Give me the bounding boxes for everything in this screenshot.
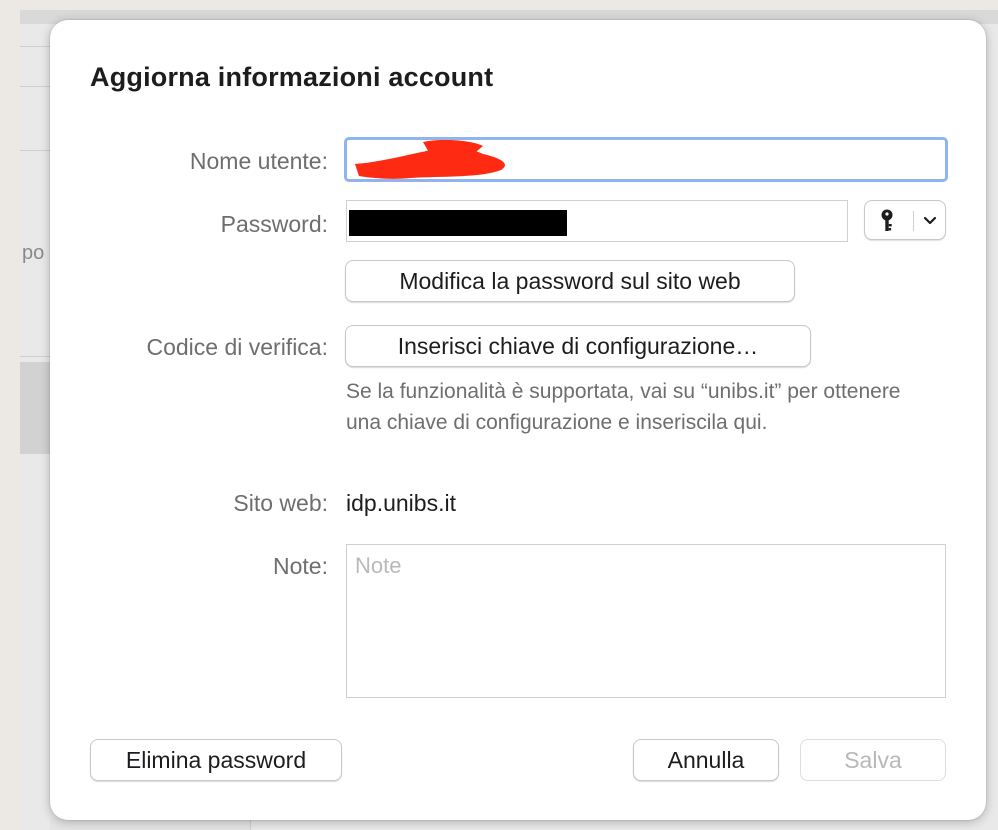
delete-password-button[interactable]: Elimina password	[90, 739, 342, 781]
notes-label: Note:	[273, 553, 328, 579]
dialog-title: Aggiorna informazioni account	[90, 62, 494, 92]
notes-placeholder: Note	[355, 553, 402, 578]
verification-helper-text: Se la funzionalità è supportata, vai su …	[346, 380, 901, 434]
password-label: Password:	[220, 211, 328, 237]
website-value: idp.unibs.it	[346, 490, 456, 516]
username-field[interactable]	[344, 137, 948, 182]
cancel-button[interactable]: Annulla	[633, 739, 779, 781]
save-button[interactable]: Salva	[800, 739, 946, 781]
website-label: Sito web:	[233, 490, 328, 516]
change-password-website-button[interactable]: Modifica la password sul sito web	[345, 260, 795, 302]
key-icon	[881, 209, 893, 231]
enter-setup-key-button[interactable]: Inserisci chiave di configurazione…	[345, 325, 811, 367]
verification-code-label: Codice di verifica:	[146, 334, 328, 360]
update-account-dialog: Aggiorna informazioni account Nome utent…	[50, 20, 986, 820]
password-field[interactable]	[346, 200, 848, 242]
password-redaction	[349, 210, 567, 236]
username-redaction	[355, 140, 505, 179]
chevron-down-icon	[923, 216, 937, 225]
background-partial-text: po	[22, 242, 45, 264]
popup-separator	[913, 211, 914, 231]
notes-textarea[interactable]: Note	[346, 544, 946, 698]
username-label: Nome utente:	[189, 148, 328, 174]
password-options-popup[interactable]	[864, 200, 946, 240]
